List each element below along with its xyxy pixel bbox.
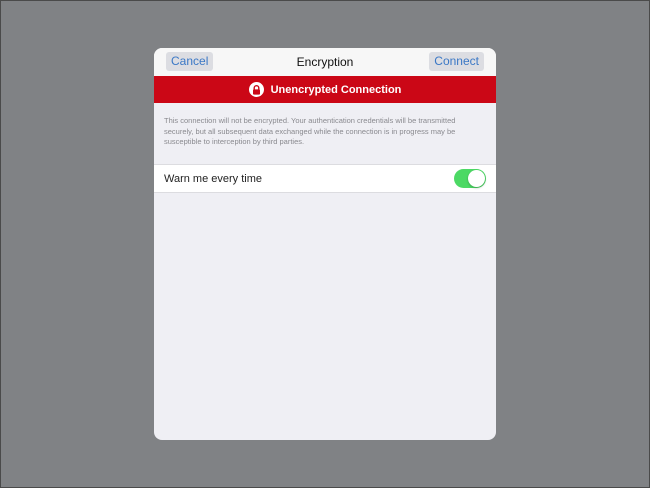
- unencrypted-banner: Unencrypted Connection: [154, 76, 496, 103]
- encryption-dialog: Cancel Encryption Connect Unencrypted Co…: [154, 48, 496, 440]
- connect-button[interactable]: Connect: [429, 52, 484, 71]
- encryption-description: This connection will not be encrypted. Y…: [164, 116, 456, 146]
- dialog-navbar: Cancel Encryption Connect: [154, 48, 496, 76]
- toggle-knob: [468, 170, 485, 187]
- banner-text: Unencrypted Connection: [270, 83, 402, 96]
- lock-icon: [248, 82, 264, 97]
- warn-setting-label: Warn me every time: [164, 172, 263, 185]
- warn-toggle[interactable]: [454, 169, 486, 188]
- warn-setting-row: Warn me every time: [154, 164, 496, 193]
